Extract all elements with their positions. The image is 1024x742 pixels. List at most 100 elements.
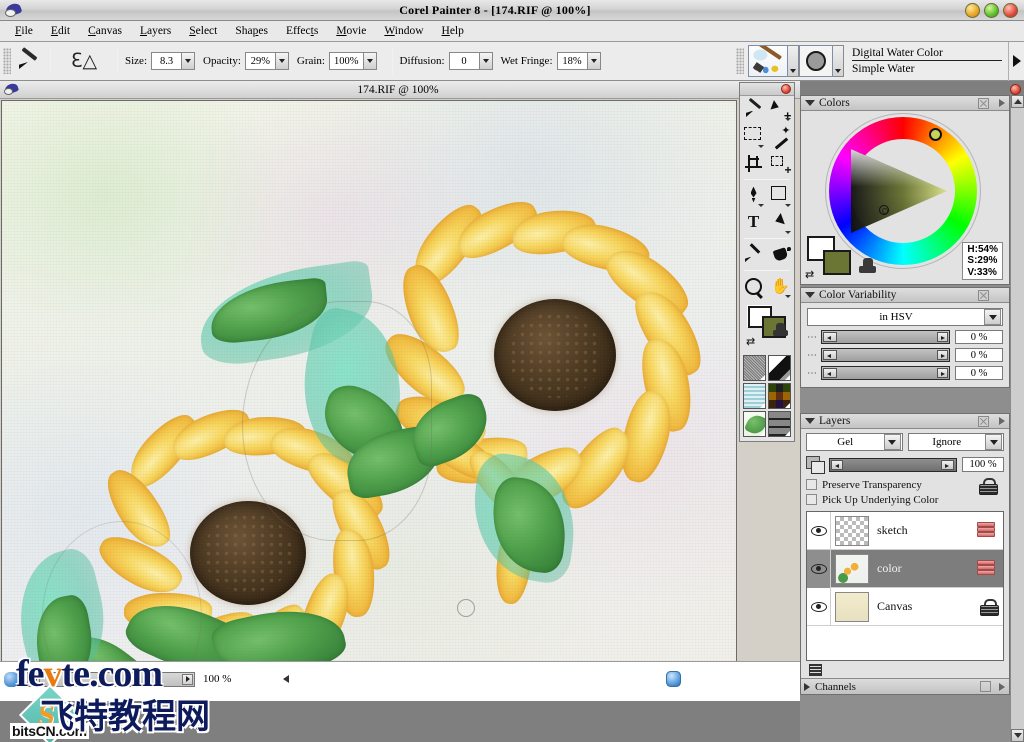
maximize-button[interactable] xyxy=(984,3,999,18)
pen-tool[interactable] xyxy=(740,182,767,209)
layers-palette-menu-icon[interactable] xyxy=(999,417,1005,425)
shape-select-tool[interactable] xyxy=(767,209,794,236)
opacity-value[interactable]: 29% xyxy=(246,53,275,69)
paper-selector[interactable] xyxy=(743,355,766,381)
composite-method-dropdown-arrow[interactable] xyxy=(884,434,901,450)
crop-tool[interactable] xyxy=(740,150,767,177)
property-bar-expand-arrow[interactable] xyxy=(1008,42,1024,81)
lock-layer-icon[interactable] xyxy=(979,478,996,494)
variability-mode-select[interactable]: in HSV xyxy=(807,308,1003,326)
grabber-tool[interactable]: ✋ xyxy=(767,273,794,300)
pick-up-underlying-color-checkbox[interactable] xyxy=(806,494,817,505)
menu-shapes[interactable]: Shapes xyxy=(226,23,277,39)
clone-color-icon[interactable] xyxy=(773,323,789,338)
brush-variant-dropdown-arrow[interactable] xyxy=(833,45,844,77)
grain-stepper[interactable]: 100% xyxy=(329,52,377,70)
diffusion-value[interactable]: 0 xyxy=(450,53,479,69)
colors-palette-header[interactable]: Colors xyxy=(801,96,1009,111)
brush-category-button[interactable] xyxy=(748,45,788,77)
grain-dropdown-arrow[interactable] xyxy=(363,53,376,69)
dropper-tool[interactable] xyxy=(740,241,767,268)
layer-opacity-slider[interactable] xyxy=(829,458,957,472)
preserve-transparency-checkbox[interactable] xyxy=(806,479,817,490)
value-variability-slider[interactable] xyxy=(821,366,950,380)
zoom-in-button[interactable] xyxy=(182,674,193,685)
menu-movie[interactable]: Movie xyxy=(327,23,375,39)
size-value[interactable]: 8.3 xyxy=(152,53,181,69)
layer-opacity-value[interactable]: 100 % xyxy=(962,457,1004,472)
saturation-variability-slider[interactable] xyxy=(821,348,950,362)
toolbox-close-button[interactable] xyxy=(781,84,791,94)
channels-menu-icon[interactable] xyxy=(999,683,1005,691)
saturation-value-marker[interactable] xyxy=(879,205,889,215)
wet-fringe-dropdown-arrow[interactable] xyxy=(587,53,600,69)
scroll-down-button[interactable] xyxy=(1011,729,1024,742)
value-variability-value[interactable]: 0 % xyxy=(955,366,1003,380)
pattern-selector[interactable] xyxy=(743,383,766,409)
color-variability-close-icon[interactable] xyxy=(978,290,989,301)
swap-colors-icon[interactable]: ⇄ xyxy=(805,268,814,281)
layer-visibility-toggle[interactable] xyxy=(807,550,831,588)
magic-wand-tool[interactable] xyxy=(767,123,794,150)
image-selector[interactable] xyxy=(743,411,766,437)
table-row[interactable]: sketch xyxy=(807,512,1003,550)
brush-selector-gripper[interactable] xyxy=(736,48,744,74)
rect-shape-tool[interactable] xyxy=(767,182,794,209)
selection-adjuster-tool[interactable]: + xyxy=(767,150,794,177)
pick-up-underlying-color-row[interactable]: Pick Up Underlying Color xyxy=(806,492,1004,507)
text-tool[interactable]: T xyxy=(740,209,767,236)
size-dropdown-arrow[interactable] xyxy=(181,53,194,69)
new-layer-icon[interactable] xyxy=(809,663,825,676)
diffusion-dropdown-arrow[interactable] xyxy=(479,53,492,69)
layer-name[interactable]: sketch xyxy=(877,523,977,538)
composite-depth-dropdown-arrow[interactable] xyxy=(985,434,1002,450)
menu-effects[interactable]: Effects xyxy=(277,23,327,39)
menu-canvas[interactable]: Canvas xyxy=(79,23,131,39)
channels-close-icon[interactable] xyxy=(980,681,991,692)
navigator-left-arrow[interactable] xyxy=(283,675,289,683)
composite-method-select[interactable]: Gel xyxy=(806,433,903,451)
property-bar-gripper[interactable] xyxy=(3,48,11,74)
additional-color-swatch[interactable] xyxy=(823,250,851,275)
variability-mode-dropdown-arrow[interactable] xyxy=(984,309,1001,325)
opacity-stepper[interactable]: 29% xyxy=(245,52,289,70)
expand-triangle-icon[interactable] xyxy=(804,683,810,691)
minimize-button[interactable] xyxy=(965,3,980,18)
layer-visibility-toggle[interactable] xyxy=(807,512,831,550)
clone-color-icon[interactable] xyxy=(859,258,877,275)
diffusion-stepper[interactable]: 0 xyxy=(449,52,493,70)
menu-file[interactable]: File xyxy=(6,23,42,39)
wet-fringe-stepper[interactable]: 18% xyxy=(557,52,601,70)
layer-name[interactable]: Canvas xyxy=(877,599,980,614)
preserve-transparency-row[interactable]: Preserve Transparency xyxy=(806,477,1004,492)
palette-column-close-button[interactable] xyxy=(1010,84,1021,95)
layer-adjuster-tool[interactable] xyxy=(767,96,794,123)
table-row[interactable]: color xyxy=(807,550,1003,588)
opacity-dropdown-arrow[interactable] xyxy=(275,53,288,69)
layers-list[interactable]: sketch color Canvas xyxy=(806,511,1004,661)
collapse-triangle-icon[interactable] xyxy=(805,100,815,106)
colors-palette-menu-icon[interactable] xyxy=(999,99,1005,107)
hue-marker[interactable] xyxy=(929,128,942,141)
hue-variability-slider[interactable] xyxy=(821,330,950,344)
colors-palette-close-icon[interactable] xyxy=(978,98,989,109)
status-indicator-blob[interactable] xyxy=(666,671,681,687)
composite-depth-select[interactable]: Ignore xyxy=(908,433,1005,451)
size-stepper[interactable]: 8.3 xyxy=(151,52,195,70)
wet-fringe-value[interactable]: 18% xyxy=(558,53,587,69)
swap-colors-icon[interactable]: ⇄ xyxy=(746,337,755,348)
magnifier-tool[interactable] xyxy=(740,273,767,300)
brush-tool[interactable] xyxy=(740,96,767,123)
table-row[interactable]: Canvas xyxy=(807,588,1003,626)
menu-help[interactable]: Help xyxy=(433,23,473,39)
brush-variant-button[interactable] xyxy=(799,45,833,77)
weave-selector[interactable] xyxy=(768,383,791,409)
layer-name[interactable]: color xyxy=(877,561,977,576)
hue-variability-value[interactable]: 0 % xyxy=(955,330,1003,344)
nozzle-selector[interactable] xyxy=(768,411,791,437)
collapse-triangle-icon[interactable] xyxy=(805,418,815,424)
menu-layers[interactable]: Layers xyxy=(131,23,180,39)
grain-value[interactable]: 100% xyxy=(330,53,363,69)
channels-palette-header[interactable]: Channels xyxy=(801,678,1009,694)
artwork-canvas[interactable] xyxy=(1,100,737,683)
